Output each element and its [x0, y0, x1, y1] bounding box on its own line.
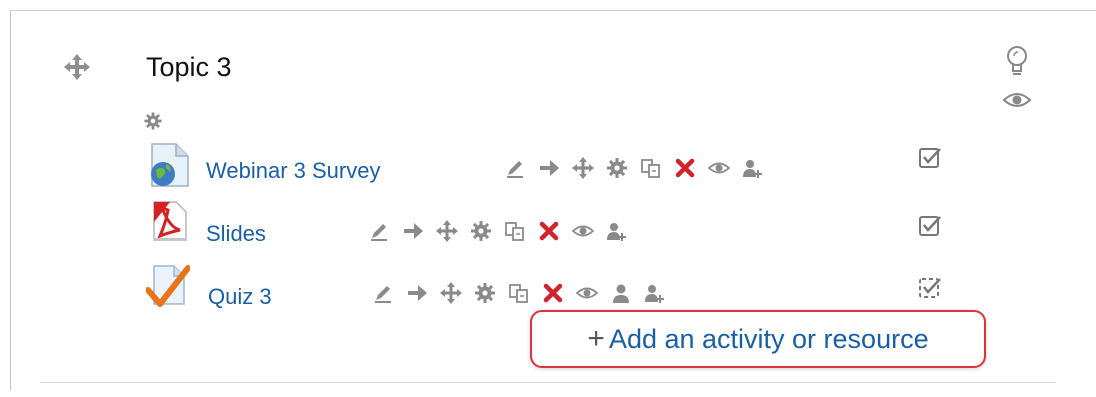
section-divider [40, 382, 1056, 383]
activity-tools [368, 219, 628, 243]
settings-icon[interactable] [474, 282, 496, 304]
move-icon[interactable] [440, 282, 462, 304]
delete-icon[interactable] [542, 282, 564, 304]
edit-icon[interactable] [372, 282, 394, 304]
group-mode-icon[interactable] [610, 282, 632, 304]
settings-icon[interactable] [606, 157, 628, 179]
duplicate-icon[interactable] [508, 282, 530, 304]
section-settings-icon[interactable] [144, 112, 162, 130]
eye-icon[interactable] [1002, 88, 1032, 112]
pdf-icon [153, 201, 187, 241]
edit-icon[interactable] [368, 220, 390, 242]
move-right-icon[interactable] [538, 157, 560, 179]
duplicate-icon[interactable] [640, 157, 662, 179]
edit-icon[interactable] [504, 157, 526, 179]
delete-icon[interactable] [674, 157, 696, 179]
survey-globe-icon [151, 143, 189, 187]
activity-tools [504, 156, 764, 180]
add-activity-label: Add an activity or resource [608, 323, 929, 354]
settings-icon[interactable] [470, 220, 492, 242]
completion-auto-checkbox-icon[interactable] [918, 276, 942, 300]
activity-tools [372, 281, 666, 305]
delete-icon[interactable] [538, 220, 560, 242]
activity-row: Quiz 3 [0, 0, 1096, 309]
add-activity-button[interactable]: + Add an activity or resource [530, 310, 986, 368]
frame-left-border [10, 10, 11, 390]
completion-checkbox-icon[interactable] [918, 214, 942, 238]
move-right-icon[interactable] [406, 282, 428, 304]
duplicate-icon[interactable] [504, 220, 526, 242]
assign-roles-icon[interactable] [742, 157, 764, 179]
hide-icon[interactable] [708, 157, 730, 179]
quiz-icon [146, 265, 190, 307]
move-icon[interactable] [572, 157, 594, 179]
activity-link-webinar-3-survey[interactable]: Webinar 3 Survey [206, 158, 380, 184]
activity-link-slides[interactable]: Slides [206, 221, 266, 247]
move-icon[interactable] [436, 220, 458, 242]
assign-roles-icon[interactable] [644, 282, 666, 304]
hide-icon[interactable] [576, 282, 598, 304]
completion-checkbox-icon[interactable] [918, 146, 942, 170]
plus-icon: + [587, 322, 605, 355]
move-right-icon[interactable] [402, 220, 424, 242]
assign-roles-icon[interactable] [606, 220, 628, 242]
hide-icon[interactable] [572, 220, 594, 242]
activity-link-quiz-3[interactable]: Quiz 3 [208, 284, 272, 310]
